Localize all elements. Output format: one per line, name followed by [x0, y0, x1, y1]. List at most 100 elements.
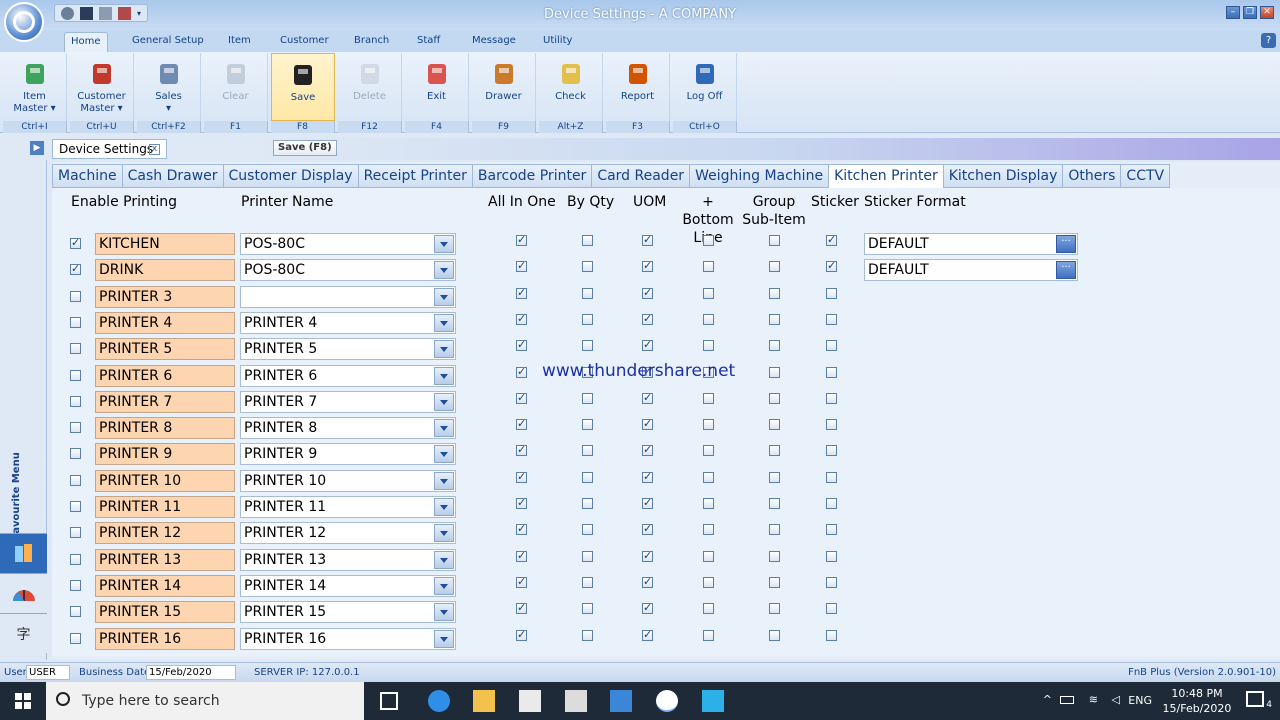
sticker-checkbox[interactable] — [826, 445, 837, 457]
side-module-icon[interactable] — [0, 533, 47, 573]
bottom-line-checkbox[interactable] — [703, 445, 714, 457]
printer-label-field[interactable]: PRINTER 3 — [95, 285, 235, 308]
chevron-down-icon[interactable] — [434, 498, 454, 516]
sticker-checkbox[interactable] — [826, 287, 837, 299]
by-qty-checkbox[interactable] — [582, 235, 593, 246]
chevron-down-icon[interactable] — [434, 576, 454, 595]
ribbon-tab-staff[interactable]: Staff — [411, 32, 446, 52]
by-qty-checkbox[interactable] — [582, 524, 593, 536]
printer-label-field[interactable]: PRINTER 9 — [95, 443, 235, 466]
by-qty-checkbox[interactable] — [582, 392, 593, 404]
all-in-one-checkbox[interactable] — [516, 417, 527, 431]
uom-checkbox[interactable] — [642, 233, 653, 246]
all-in-one-checkbox[interactable] — [516, 470, 527, 483]
all-in-one-checkbox[interactable] — [516, 286, 527, 299]
uom-checkbox[interactable] — [642, 575, 653, 588]
chevron-down-icon[interactable] — [434, 419, 454, 438]
uom-checkbox[interactable] — [642, 628, 653, 641]
printer-label-field[interactable]: PRINTER 16 — [95, 627, 235, 650]
uom-checkbox[interactable] — [642, 312, 653, 325]
bottom-line-checkbox[interactable] — [703, 261, 714, 273]
bottom-line-checkbox[interactable] — [703, 524, 714, 536]
sticker-checkbox[interactable] — [826, 603, 837, 615]
enable-printing-checkbox[interactable] — [70, 606, 81, 618]
enable-printing-checkbox[interactable] — [70, 422, 81, 434]
report-button[interactable]: Report — [606, 53, 670, 121]
item-button[interactable]: Item Master ▾ — [3, 53, 67, 121]
all-in-one-checkbox[interactable] — [516, 233, 527, 246]
printer-label-field[interactable]: PRINTER 11 — [95, 496, 235, 518]
sticker-checkbox[interactable] — [826, 498, 837, 509]
sales-button[interactable]: Sales ▾ — [137, 53, 201, 121]
by-qty-checkbox[interactable] — [582, 445, 593, 457]
uom-checkbox[interactable] — [642, 496, 653, 509]
group-checkbox[interactable] — [769, 524, 780, 536]
printer-name-select[interactable]: PRINTER 10 — [240, 469, 456, 492]
enable-printing-checkbox[interactable] — [70, 474, 81, 486]
bottom-line-checkbox[interactable] — [703, 392, 714, 404]
group-checkbox[interactable] — [769, 366, 780, 378]
group-checkbox[interactable] — [769, 340, 780, 352]
clear-button[interactable]: Clear — [204, 53, 268, 121]
ribbon-tab-home[interactable]: Home — [64, 32, 108, 52]
minimize-button[interactable]: – — [1226, 6, 1240, 19]
printer-name-select[interactable]: PRINTER 13 — [240, 548, 456, 571]
printer-name-select[interactable]: POS-80C — [240, 259, 456, 282]
chevron-down-icon[interactable] — [434, 313, 454, 332]
all-in-one-checkbox[interactable] — [516, 575, 527, 588]
subtab-kitchen-display[interactable]: Kitchen Display — [942, 164, 1063, 188]
enable-printing-checkbox[interactable] — [70, 236, 81, 249]
wifi-icon[interactable]: ≋ — [1089, 693, 1098, 706]
by-qty-checkbox[interactable] — [582, 261, 593, 273]
sticker-checkbox[interactable] — [826, 471, 837, 483]
bottom-line-checkbox[interactable] — [703, 340, 714, 352]
enable-printing-checkbox[interactable] — [70, 579, 81, 591]
subtab-cctv[interactable]: CCTV — [1120, 164, 1171, 188]
by-qty-checkbox[interactable] — [582, 576, 593, 588]
chevron-down-icon[interactable] — [434, 340, 454, 359]
chevron-down-icon[interactable] — [434, 235, 454, 253]
sticker-checkbox[interactable] — [826, 366, 837, 378]
enable-printing-checkbox[interactable] — [70, 501, 81, 512]
uom-checkbox[interactable] — [642, 443, 653, 457]
remote-app-icon[interactable] — [702, 690, 724, 712]
help-icon[interactable]: ? — [1261, 33, 1276, 48]
uom-checkbox[interactable] — [642, 338, 653, 352]
all-in-one-checkbox[interactable] — [516, 365, 527, 378]
all-in-one-checkbox[interactable] — [516, 312, 527, 325]
subtab-kitchen-printer[interactable]: Kitchen Printer — [828, 164, 943, 189]
sticker-checkbox[interactable] — [826, 629, 837, 641]
close-button[interactable]: ✕ — [1260, 6, 1274, 19]
enable-printing-checkbox[interactable] — [70, 395, 81, 407]
bottom-line-checkbox[interactable] — [703, 603, 714, 615]
all-in-one-checkbox[interactable] — [516, 443, 527, 457]
chevron-down-icon[interactable] — [434, 366, 454, 385]
doc-tab-device-settings[interactable]: Device Settings x — [52, 139, 167, 159]
group-checkbox[interactable] — [769, 576, 780, 588]
sticker-checkbox[interactable] — [826, 313, 837, 325]
by-qty-checkbox[interactable] — [582, 550, 593, 562]
close-tab-icon[interactable]: x — [149, 144, 160, 155]
printer-label-field[interactable]: PRINTER 15 — [95, 601, 235, 624]
sticker-checkbox[interactable] — [826, 419, 837, 431]
printer-name-select[interactable]: PRINTER 5 — [240, 338, 456, 361]
printer-label-field[interactable]: PRINTER 10 — [95, 469, 235, 492]
printer-name-select[interactable]: PRINTER 16 — [240, 627, 456, 650]
printer-label-field[interactable]: KITCHEN — [95, 233, 235, 255]
printer-name-select[interactable]: PRINTER 8 — [240, 417, 456, 440]
bottom-line-checkbox[interactable] — [703, 498, 714, 509]
bottom-line-checkbox[interactable] — [703, 313, 714, 325]
exit-button[interactable]: Exit — [405, 53, 469, 121]
task-view-icon[interactable] — [380, 692, 398, 710]
chevron-down-icon[interactable] — [434, 445, 454, 464]
group-checkbox[interactable] — [769, 550, 780, 562]
printer-name-select[interactable]: PRINTER 14 — [240, 574, 456, 597]
bottom-line-checkbox[interactable] — [703, 235, 714, 246]
printer-label-field[interactable]: PRINTER 12 — [95, 522, 235, 545]
mail-icon[interactable] — [565, 690, 587, 712]
bottom-line-checkbox[interactable] — [703, 629, 714, 641]
subtab-card-reader[interactable]: Card Reader — [591, 164, 690, 188]
sticker-checkbox[interactable] — [826, 233, 837, 246]
by-qty-checkbox[interactable] — [582, 629, 593, 641]
group-checkbox[interactable] — [769, 471, 780, 483]
